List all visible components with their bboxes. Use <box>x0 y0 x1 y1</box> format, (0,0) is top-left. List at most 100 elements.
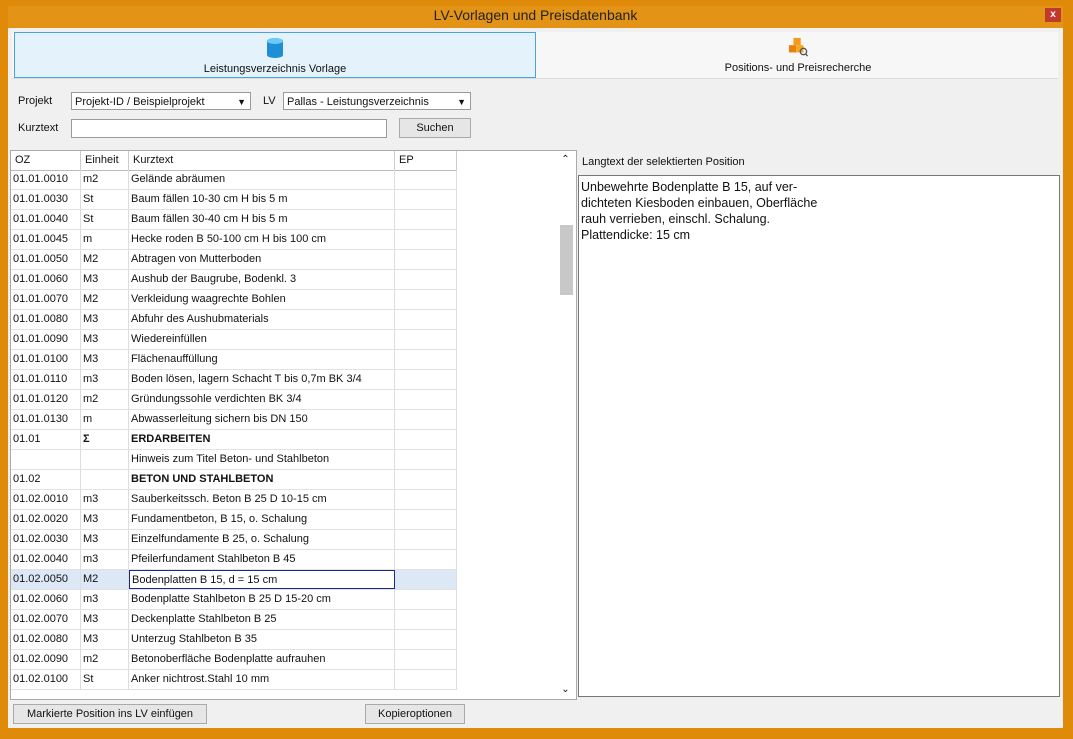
table-row[interactable]: 01.01.0040 St Baum fällen 30-40 cm H bis 5… <box>11 210 457 230</box>
cell-oz: 01.01.0080 <box>11 310 81 329</box>
cell-kurztext: Fundamentbeton, B 15, o. Schalung <box>129 510 395 529</box>
cell-oz: 01.02.0070 <box>11 610 81 629</box>
cell-kurztext: Gelände abräumen <box>129 170 395 189</box>
cell-kurztext: Gründungssohle verdichten BK 3/4 <box>129 390 395 409</box>
table-row[interactable]: 01.02 BETON UND STAHLBETON <box>11 470 457 490</box>
column-header-oz[interactable]: OZ <box>11 151 81 170</box>
cubes-magnifier-icon <box>788 37 808 57</box>
cell-oz: 01.01.0010 <box>11 170 81 189</box>
cell-ep <box>395 570 457 589</box>
table-row[interactable]: 01.02.0050 M2 Bodenplatten B 15, d = 15 cm <box>11 570 457 590</box>
cell-einheit: M3 <box>81 350 129 369</box>
cell-ep <box>395 550 457 569</box>
cell-einheit: M2 <box>81 250 129 269</box>
cell-ep <box>395 330 457 349</box>
cell-kurztext: Abfuhr des Aushubmaterials <box>129 310 395 329</box>
tab-label: Leistungsverzeichnis Vorlage <box>203 63 347 75</box>
table-row[interactable]: 01.01.0030 St Baum fällen 10-30 cm H bis 5… <box>11 190 457 210</box>
cell-einheit: M3 <box>81 530 129 549</box>
cell-ep <box>395 210 457 229</box>
cell-einheit: m <box>81 410 129 429</box>
lv-label: LV <box>263 95 276 107</box>
cell-oz <box>11 450 81 469</box>
table-row[interactable]: 01.01.0045 m Hecke roden B 50-100 cm H bis… <box>11 230 457 250</box>
cell-ep <box>395 490 457 509</box>
cell-oz: 01.02.0010 <box>11 490 81 509</box>
table-row[interactable]: 01.02.0100 St Anker nichtrost.Stahl 10 mm <box>11 670 457 690</box>
langtext-textarea[interactable]: Unbewehrte Bodenplatte B 15, auf ver- di… <box>578 175 1060 697</box>
cell-kurztext: Einzelfundamente B 25, o. Schalung <box>129 530 395 549</box>
cell-oz: 01.01.0050 <box>11 250 81 269</box>
cell-ep <box>395 350 457 369</box>
cell-kurztext: Pfeilerfundament Stahlbeton B 45 <box>129 550 395 569</box>
table-row[interactable]: 01.01.0060 M3 Aushub der Baugrube, Bodenkl… <box>11 270 457 290</box>
table-row[interactable]: 01.01.0070 M2 Verkleidung waagrechte Bohle… <box>11 290 457 310</box>
table-row[interactable]: 01.01.0130 m Abwasserleitung sichern bis D… <box>11 410 457 430</box>
cell-oz: 01.01.0045 <box>11 230 81 249</box>
cell-ep <box>395 510 457 529</box>
cell-oz: 01.01.0090 <box>11 330 81 349</box>
table-row[interactable]: 01.01.0100 M3 Flächenauffüllung <box>11 350 457 370</box>
projekt-select-value: Projekt-ID / Beispielprojekt <box>75 96 205 108</box>
table-row[interactable]: 01.01.0050 M2 Abtragen von Mutterboden <box>11 250 457 270</box>
table-row[interactable]: 01.01.0120 m2 Gründungssohle verdichten BK… <box>11 390 457 410</box>
cell-ep <box>395 630 457 649</box>
cell-ep <box>395 670 457 689</box>
tab-leistungsverzeichnis-vorlage[interactable]: Leistungsverzeichnis Vorlage <box>14 32 536 78</box>
cell-oz: 01.02.0080 <box>11 630 81 649</box>
cell-kurztext: Hecke roden B 50-100 cm H bis 100 cm <box>129 230 395 249</box>
table-row[interactable]: Hinweis zum Titel Beton- und Stahlbeton <box>11 450 457 470</box>
cell-oz: 01.01 <box>11 430 81 449</box>
cylinder-database-icon <box>267 38 283 58</box>
tab-positions-preisrecherche[interactable]: Positions- und Preisrecherche <box>538 32 1058 76</box>
cell-einheit: St <box>81 210 129 229</box>
cell-oz: 01.01.0120 <box>11 390 81 409</box>
chevron-down-icon: ▼ <box>457 97 466 107</box>
table-row[interactable]: 01.02.0040 m3 Pfeilerfundament Stahlbeton … <box>11 550 457 570</box>
cell-einheit: m2 <box>81 170 129 189</box>
table-row[interactable]: 01.01.0090 M3 Wiedereinfüllen <box>11 330 457 350</box>
table-row[interactable]: 01.02.0070 M3 Deckenplatte Stahlbeton B 25 <box>11 610 457 630</box>
search-button[interactable]: Suchen <box>399 118 471 138</box>
table-scrollbar[interactable]: ⌃ ⌄ <box>556 151 575 699</box>
column-header-kurztext[interactable]: Kurztext <box>129 151 395 170</box>
insert-position-button[interactable]: Markierte Position ins LV einfügen <box>13 704 207 724</box>
table-row[interactable]: 01.02.0030 M3 Einzelfundamente B 25, o. Sc… <box>11 530 457 550</box>
cell-oz: 01.01.0130 <box>11 410 81 429</box>
cell-einheit: m3 <box>81 590 129 609</box>
lv-select[interactable]: Pallas - Leistungsverzeichnis ▼ <box>283 92 471 110</box>
tab-ribbon: Leistungsverzeichnis Vorlage Positions- … <box>12 32 1058 79</box>
table-row[interactable]: 01.01.0080 M3 Abfuhr des Aushubmaterials <box>11 310 457 330</box>
table-row[interactable]: 01.02.0060 m3 Bodenplatte Stahlbeton B 25 … <box>11 590 457 610</box>
positions-table: OZ Einheit Kurztext EP 01.01.0010 m2 Gelän… <box>10 150 577 700</box>
column-header-ep[interactable]: EP <box>395 151 457 170</box>
cell-ep <box>395 470 457 489</box>
cell-ep <box>395 590 457 609</box>
projekt-select[interactable]: Projekt-ID / Beispielprojekt ▼ <box>71 92 251 110</box>
kurztext-input[interactable] <box>71 119 387 138</box>
table-row[interactable]: 01.01.0010 m2 Gelände abräumen <box>11 170 457 190</box>
cell-kurztext: BETON UND STAHLBETON <box>129 470 395 489</box>
table-row[interactable]: 01.02.0010 m3 Sauberkeitssch. Beton B 25 D… <box>11 490 457 510</box>
cell-kurztext: Bodenplatten B 15, d = 15 cm <box>129 570 395 589</box>
chevron-down-icon: ▼ <box>237 97 246 107</box>
cell-kurztext: Abtragen von Mutterboden <box>129 250 395 269</box>
column-header-einheit[interactable]: Einheit <box>81 151 129 170</box>
scroll-down-icon[interactable]: ⌄ <box>556 681 575 699</box>
cell-kurztext: Abwasserleitung sichern bis DN 150 <box>129 410 395 429</box>
cell-oz: 01.01.0040 <box>11 210 81 229</box>
cell-kurztext: Betonoberfläche Bodenplatte aufrauhen <box>129 650 395 669</box>
cell-ep <box>395 410 457 429</box>
table-row[interactable]: 01.02.0080 M3 Unterzug Stahlbeton B 35 <box>11 630 457 650</box>
cell-einheit: M3 <box>81 330 129 349</box>
close-button[interactable]: x <box>1045 8 1061 22</box>
scroll-up-icon[interactable]: ⌃ <box>556 151 575 169</box>
table-row[interactable]: 01.01 Σ ERDARBEITEN <box>11 430 457 450</box>
scrollbar-thumb[interactable] <box>560 225 573 295</box>
table-row[interactable]: 01.02.0090 m2 Betonoberfläche Bodenplatte … <box>11 650 457 670</box>
table-row[interactable]: 01.02.0020 M3 Fundamentbeton, B 15, o. Sch… <box>11 510 457 530</box>
table-row[interactable]: 01.01.0110 m3 Boden lösen, lagern Schacht … <box>11 370 457 390</box>
copy-options-button[interactable]: Kopieroptionen <box>365 704 465 724</box>
cell-kurztext: Hinweis zum Titel Beton- und Stahlbeton <box>129 450 395 469</box>
cell-kurztext: Anker nichtrost.Stahl 10 mm <box>129 670 395 689</box>
